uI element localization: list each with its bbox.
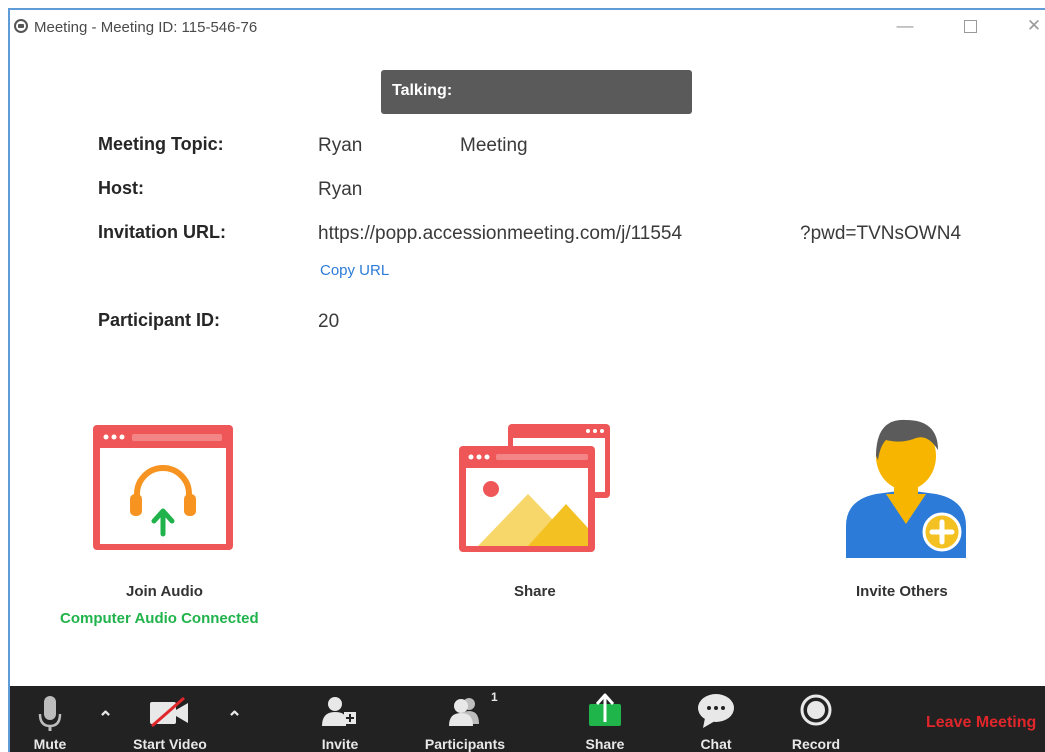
meeting-toolbar: Mute ⌃ Start Video ⌃ Invite 1 Participan… — [10, 686, 1045, 752]
meeting-topic-value: Ryan — [318, 135, 363, 156]
invite-person-icon — [846, 419, 966, 558]
invite-user-icon — [322, 697, 356, 726]
talking-indicator: Talking: — [381, 70, 692, 114]
meeting-window: Meeting - Meeting ID: 115-546-76 — ✕ Tal… — [8, 8, 1045, 752]
meeting-topic-value-2: Meeting — [460, 135, 528, 156]
invite-button[interactable]: Invite — [310, 686, 370, 752]
video-off-icon — [150, 696, 188, 728]
mute-button[interactable]: Mute — [20, 686, 80, 752]
audio-options-chevron-up-icon[interactable]: ⌃ — [98, 708, 113, 729]
share-screen-toolbar-button[interactable]: Share — [575, 686, 635, 752]
record-label: Record — [791, 736, 841, 752]
mute-label: Mute — [33, 736, 67, 752]
chat-bubble-icon — [698, 694, 734, 728]
chat-label: Chat — [700, 736, 732, 752]
join-audio-button[interactable] — [92, 424, 234, 552]
maximize-icon — [963, 20, 977, 34]
invite-others-label: Invite Others — [856, 583, 948, 600]
meeting-topic-label: Meeting Topic: — [98, 134, 224, 154]
leave-meeting-button[interactable]: Leave Meeting — [926, 714, 1036, 732]
share-label: Share — [514, 583, 556, 600]
participant-id-label: Participant ID: — [98, 310, 221, 330]
maximize-button[interactable] — [955, 14, 985, 38]
join-audio-icon — [93, 425, 233, 550]
participants-icon — [449, 698, 479, 726]
share-screen-button[interactable] — [458, 422, 614, 554]
invitation-url-label: Invitation URL: — [98, 222, 226, 242]
title-bar: Meeting - Meeting ID: 115-546-76 — ✕ — [10, 10, 1045, 44]
minimize-button[interactable]: — — [890, 14, 920, 38]
video-options-chevron-up-icon[interactable]: ⌃ — [227, 708, 242, 729]
invitation-url-value: https://popp.accessionmeeting.com/j/1155… — [318, 223, 683, 244]
participants-count: 1 — [491, 690, 498, 704]
chat-button[interactable]: Chat — [686, 686, 746, 752]
join-audio-label: Join Audio — [126, 583, 203, 600]
app-logo-icon — [14, 19, 28, 33]
share-screen-icon — [459, 424, 610, 552]
participants-button[interactable]: 1 Participants — [415, 686, 515, 752]
microphone-icon — [38, 696, 62, 731]
invite-label: Invite — [321, 736, 359, 752]
audio-status: Computer Audio Connected — [60, 610, 259, 627]
close-button[interactable]: ✕ — [1019, 14, 1045, 38]
window-title: Meeting - Meeting ID: 115-546-76 — [34, 19, 258, 36]
invitation-url-password: ?pwd=TVNsOWN4 — [800, 223, 962, 244]
participants-label: Participants — [424, 736, 506, 752]
start-video-label: Start Video — [133, 736, 207, 752]
host-label: Host: — [98, 178, 144, 198]
participant-id-value: 20 — [318, 311, 340, 332]
invite-others-button[interactable] — [842, 414, 970, 558]
record-icon — [800, 694, 832, 726]
copy-url-link[interactable]: Copy URL — [320, 262, 389, 279]
share-screen-green-icon — [589, 693, 621, 726]
share-toolbar-label: Share — [585, 736, 625, 752]
start-video-button[interactable]: Start Video — [125, 686, 215, 752]
host-value: Ryan — [318, 179, 363, 200]
record-button[interactable]: Record — [786, 686, 846, 752]
